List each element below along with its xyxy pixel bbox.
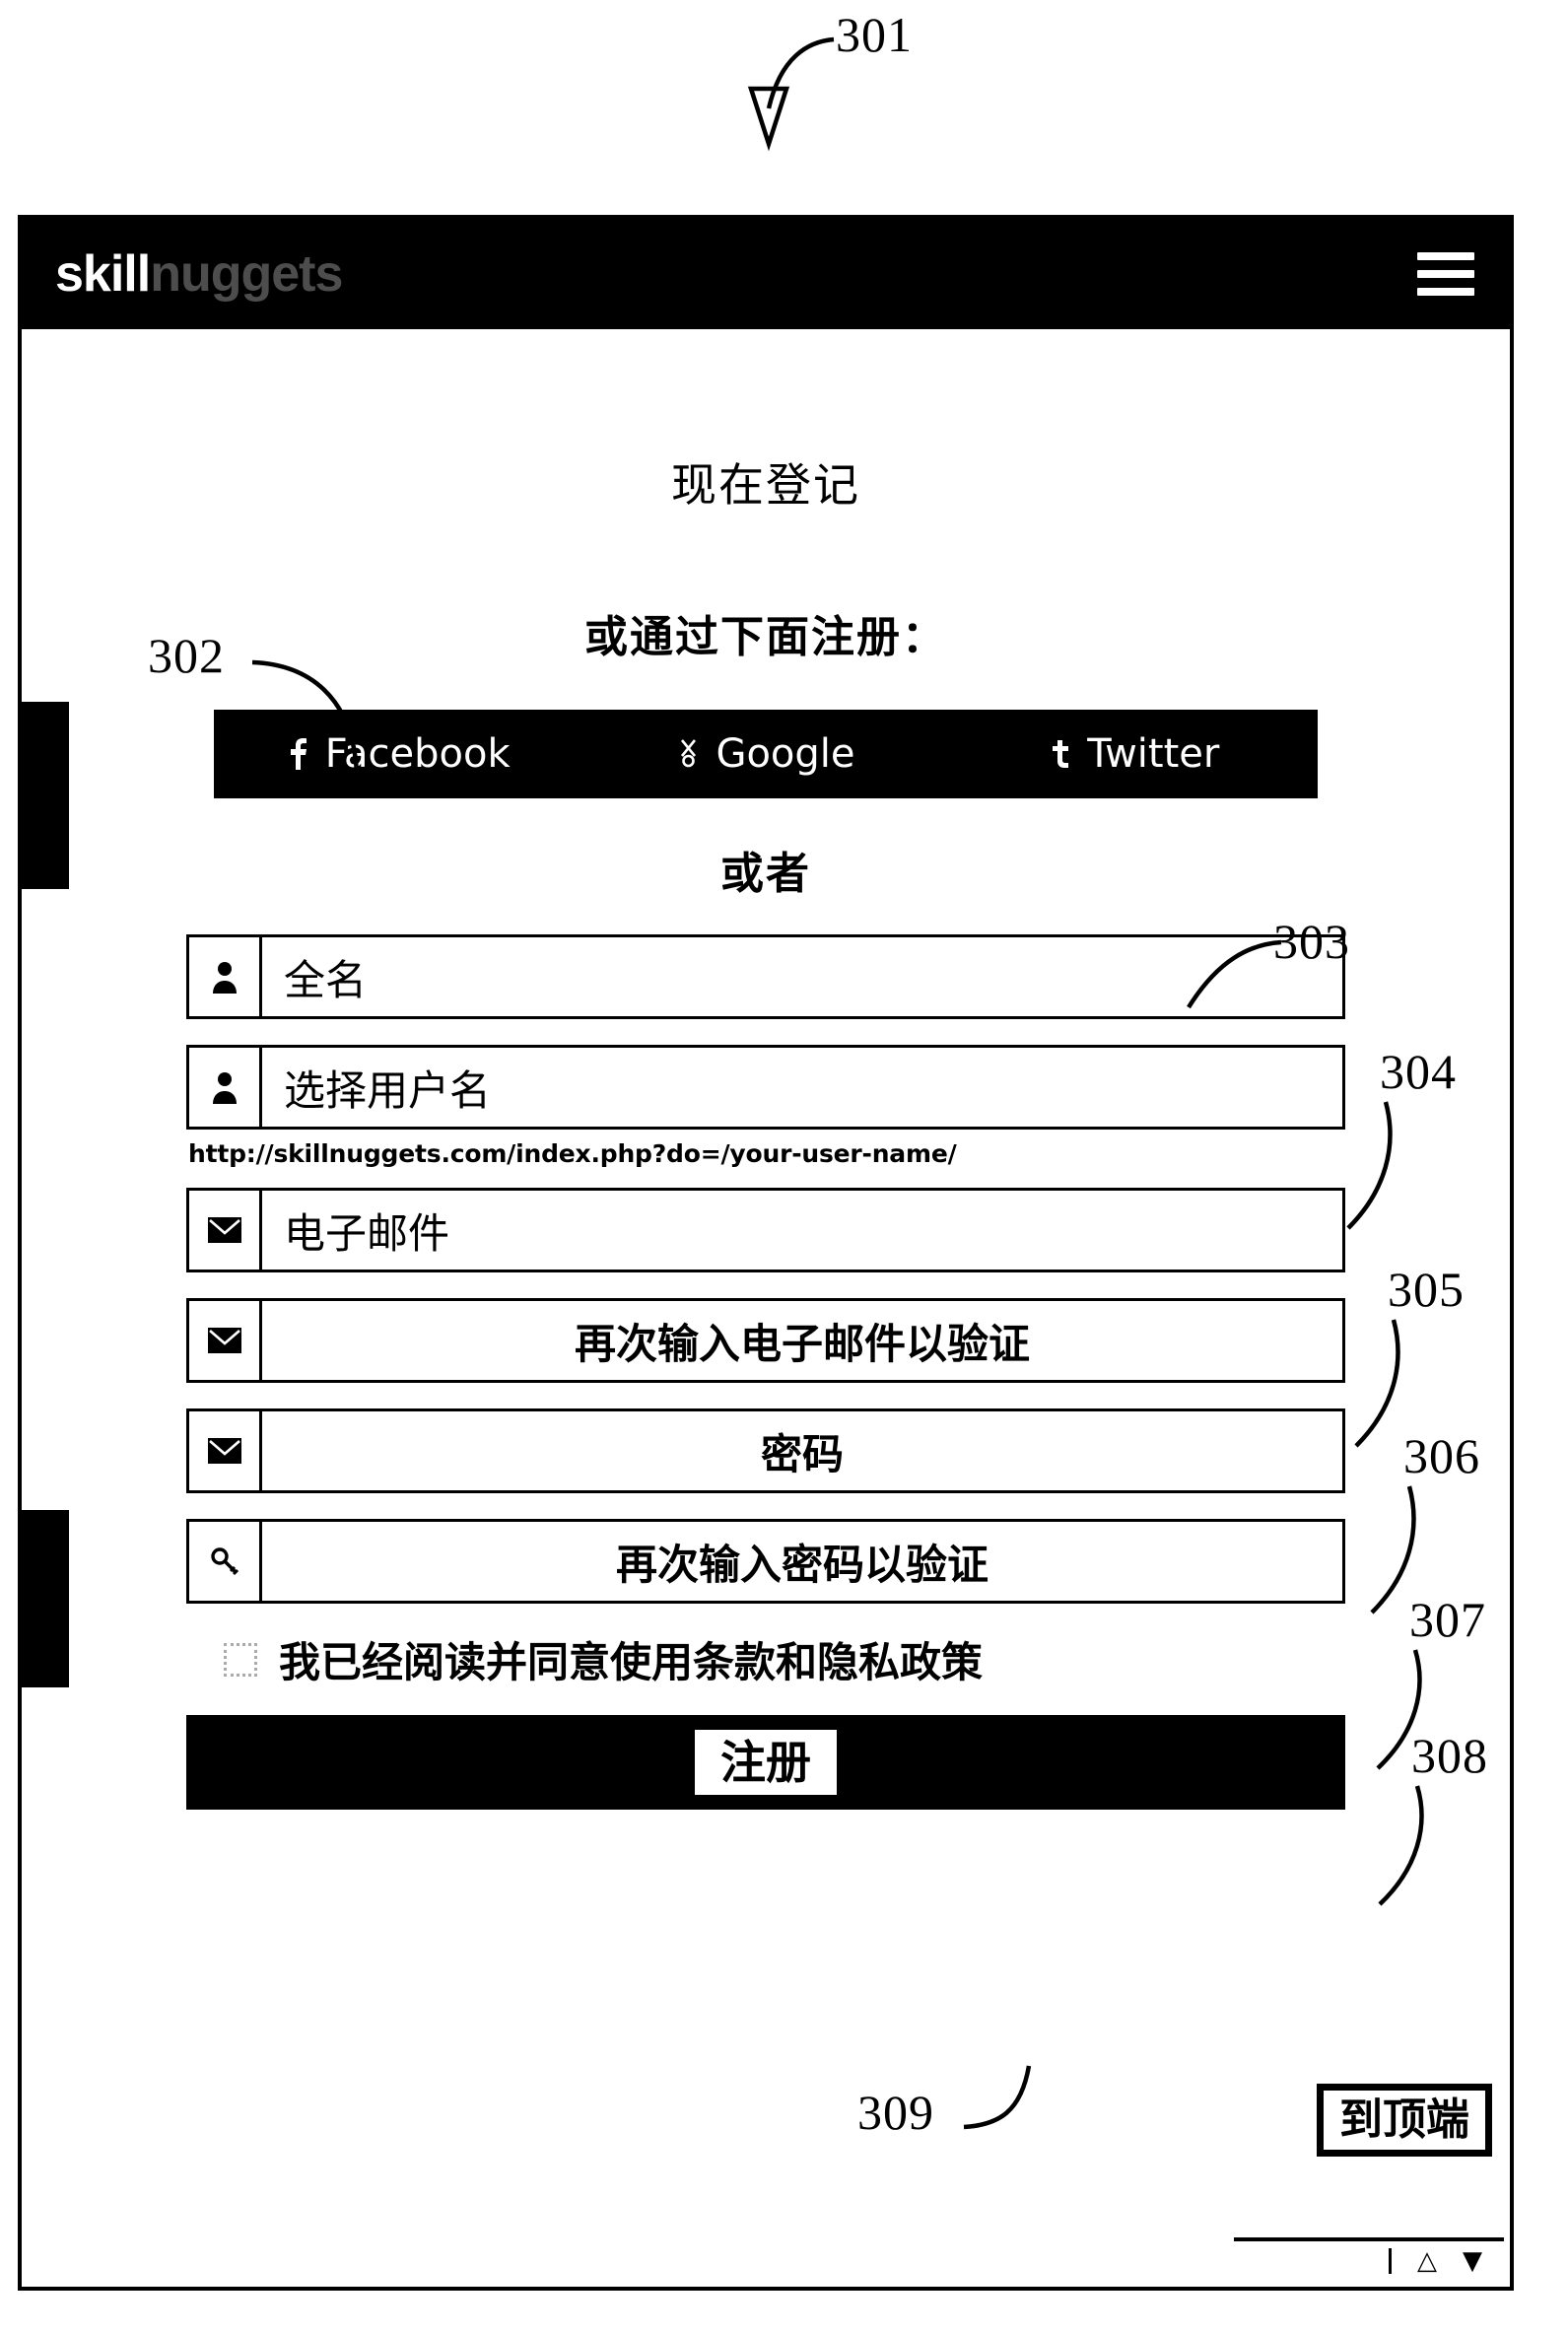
callout-307: 307	[1409, 1592, 1486, 1647]
callout-302: 302	[148, 628, 225, 683]
twitter-label: Twitter	[1087, 731, 1220, 777]
leader-line-304	[1346, 1101, 1393, 1230]
registration-page: 现在登记 或通过下面注册： Facebook Google Twitter 或者…	[22, 329, 1510, 2287]
scroll-down-icon[interactable]: ▼	[1463, 2246, 1482, 2276]
password-input[interactable]: 密码	[259, 1408, 1345, 1493]
back-to-top-button[interactable]: 到顶端	[1317, 2083, 1492, 2157]
browser-window: skill nuggets 现在登记 或通过下面注册： Facebook Goo…	[18, 215, 1514, 2291]
leader-line-303	[1187, 939, 1282, 1009]
username-input[interactable]: 选择用户名	[259, 1045, 1345, 1130]
google-plus-icon	[676, 735, 702, 773]
password-confirm-input[interactable]: 再次输入密码以验证	[259, 1519, 1345, 1604]
register-submit-label: 注册	[695, 1730, 837, 1795]
callout-308: 308	[1411, 1728, 1488, 1783]
field-row-username: 选择用户名	[186, 1045, 1345, 1130]
resize-handle-icon[interactable]: △	[1417, 2246, 1437, 2276]
social-signup-prompt: 或通过下面注册：	[584, 612, 947, 662]
callout-305: 305	[1388, 1262, 1465, 1317]
hamburger-bar	[1417, 270, 1474, 278]
twitter-icon	[1048, 735, 1073, 773]
field-row-password-confirm: 再次输入密码以验证	[186, 1519, 1345, 1604]
callout-306: 306	[1403, 1428, 1480, 1483]
envelope-icon	[186, 1188, 259, 1272]
email-input[interactable]: 电子邮件	[259, 1188, 1345, 1272]
hamburger-menu-icon[interactable]	[1417, 252, 1474, 296]
username-url-hint: http://skillnuggets.com/index.php?do=/yo…	[188, 1139, 957, 1168]
bottom-status-strip: △ ▼	[1234, 2237, 1504, 2281]
or-divider-label: 或者	[720, 849, 811, 899]
field-row-email: 电子邮件	[186, 1188, 1345, 1272]
hamburger-bar	[1417, 288, 1474, 296]
callout-309: 309	[857, 2085, 934, 2140]
field-row-email-confirm: 再次输入电子邮件以验证	[186, 1298, 1345, 1383]
page-title: 现在登记	[671, 458, 860, 512]
side-tab-lower[interactable]	[22, 1510, 69, 1687]
terms-label: 我已经阅读并同意使用条款和隐私政策	[279, 1638, 984, 1686]
leader-line-308	[1378, 1785, 1424, 1906]
key-icon	[186, 1519, 259, 1604]
side-tab-upper[interactable]	[22, 702, 69, 889]
leader-line-301	[747, 36, 835, 152]
site-header: skill nuggets	[22, 219, 1510, 329]
hamburger-bar	[1417, 252, 1474, 260]
leader-line-309	[963, 2065, 1032, 2130]
envelope-icon	[186, 1408, 259, 1493]
callout-304: 304	[1380, 1044, 1457, 1099]
terms-checkbox[interactable]	[224, 1642, 257, 1677]
register-submit-button[interactable]: 注册	[186, 1715, 1345, 1810]
email-confirm-input[interactable]: 再次输入电子邮件以验证	[259, 1298, 1345, 1383]
google-login-button[interactable]: Google	[581, 731, 949, 777]
patent-figure: 301 skill nuggets 现在登记 或通过下面注册： Facebook…	[0, 0, 1568, 2334]
logo-text-secondary: nuggets	[150, 245, 343, 303]
status-separator	[1389, 2248, 1392, 2274]
field-row-password: 密码	[186, 1408, 1345, 1493]
site-logo[interactable]: skill nuggets	[55, 245, 343, 303]
user-icon	[186, 1045, 259, 1130]
twitter-login-button[interactable]: Twitter	[950, 731, 1318, 777]
registration-form: 全名 选择用户名 http://skillnuggets.com/index.p…	[186, 934, 1345, 1810]
envelope-icon	[186, 1298, 259, 1383]
leader-line-302	[251, 659, 360, 774]
terms-agreement-row: 我已经阅读并同意使用条款和隐私政策	[224, 1629, 1345, 1689]
user-icon	[186, 934, 259, 1019]
logo-text-primary: skill	[55, 245, 151, 303]
google-label: Google	[716, 731, 855, 777]
